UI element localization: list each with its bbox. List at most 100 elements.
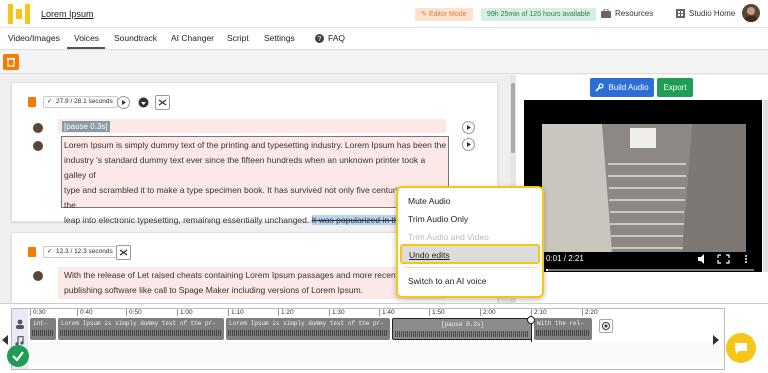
menu-item-trim-audio-only[interactable]: Trim Audio Only (408, 214, 468, 224)
menu-item-switch-ai-voice[interactable]: Switch to an AI voice (408, 276, 486, 286)
svg-text:?: ? (318, 36, 322, 43)
tab-faq[interactable]: ? FAQ (315, 33, 345, 43)
play-icon (467, 125, 471, 130)
pause-tag[interactable]: [pause 0.3s] (62, 121, 110, 132)
trash-icon[interactable] (28, 247, 36, 257)
chat-button[interactable] (726, 333, 756, 363)
build-audio-button[interactable]: Build Audio (590, 78, 654, 97)
shuffle-button[interactable] (155, 95, 170, 110)
video-progress-bar[interactable] (546, 269, 754, 271)
menu-item-undo-edits[interactable]: Undo edits (400, 244, 540, 264)
download-button[interactable] (137, 96, 150, 109)
tick-label: 1:50 (429, 309, 445, 316)
script-line-last: leap into electronic typesetting, remain… (64, 213, 454, 228)
timeline-clip[interactable]: With the rel- (534, 318, 592, 340)
active-tab-indicator (67, 47, 105, 49)
tab-soundtrack[interactable]: Soundtrack (114, 33, 157, 43)
speaker-avatar (33, 123, 43, 133)
video-time: 0:01 / 2:21 (546, 254, 584, 263)
tick-label: 1:00 (177, 309, 193, 316)
context-menu: Mute Audio Trim Audio Only Trim Audio an… (396, 186, 544, 298)
timeline-clip[interactable]: Lorem Ipsum is simply dummy text of the … (58, 318, 224, 340)
waveform (536, 330, 590, 336)
timeline: 0:30 0:40 0:50 1:00 1:10 1:20 1:30 1:40 … (0, 303, 768, 373)
tick-label: 0:50 (126, 309, 142, 316)
clip-label: With the rel- (537, 320, 584, 327)
timeline-clip[interactable]: Lorem Ipsum is simply dummy text of the … (226, 318, 390, 340)
tab-voices[interactable]: Voices (74, 33, 99, 43)
waveform (32, 330, 54, 336)
top-bar: Lorem Ipsum ✎ Editor Mode 99h 25min of 1… (0, 0, 768, 28)
tick-label: 2:20 (582, 309, 598, 316)
shuffle-button[interactable] (116, 245, 131, 260)
play-icon (122, 100, 126, 105)
timeline-clip-selected[interactable]: [pause 0.3s] (392, 318, 532, 340)
music-track (30, 342, 720, 364)
speaker-avatar (33, 141, 43, 151)
playhead-handle[interactable] (527, 316, 535, 324)
scroll-right-icon[interactable] (713, 335, 719, 345)
tab-script[interactable]: Script (227, 33, 249, 43)
video-progress-fill (546, 269, 548, 271)
menu-divider (404, 267, 538, 268)
right-scrollbar[interactable] (763, 100, 768, 272)
speaker-avatar (33, 271, 43, 281)
check-icon: ✓ (47, 248, 53, 255)
clip-label: Lorem Ipsum is simply dummy text of the … (229, 320, 384, 327)
divider (0, 73, 768, 74)
editor-mode-badge[interactable]: ✎ Editor Mode (415, 8, 473, 21)
script-text[interactable]: Lorem Ipsum is simply dummy text of the … (64, 138, 454, 228)
scroll-left-icon[interactable] (2, 335, 8, 345)
waveform (60, 330, 222, 336)
clip-label: Lorem Ipsum is simply dummy text of the … (61, 320, 216, 327)
target-icon (602, 322, 610, 330)
app-name-link[interactable]: Lorem Ipsum (41, 9, 94, 19)
tick-label: 1:40 (379, 309, 395, 316)
delete-all-button[interactable] (3, 54, 19, 70)
tick-label: 2:10 (531, 309, 547, 316)
play-button[interactable] (117, 96, 130, 109)
script-text[interactable]: With the release of Let raised cheats co… (64, 268, 448, 298)
add-clip-button[interactable] (599, 319, 613, 333)
resources-link[interactable]: Resources (601, 9, 653, 18)
script-line: leap into electronic typesetting, remain… (64, 215, 310, 225)
wrench-icon (595, 83, 605, 92)
tab-ai-changer[interactable]: AI Changer (171, 33, 214, 43)
export-button[interactable]: Export (657, 78, 693, 97)
timeline-clip[interactable]: int- (30, 318, 56, 340)
confirm-button[interactable] (7, 345, 29, 367)
clip-label: [pause 0.3s] (441, 321, 485, 328)
trash-icon (7, 57, 15, 67)
video-frame (542, 124, 746, 252)
chat-icon (735, 343, 747, 354)
play-icon (467, 142, 471, 147)
shuffle-icon (119, 249, 128, 256)
waveform (228, 330, 388, 336)
help-icon: ? (315, 33, 324, 43)
undo-edits-label: Undo edits (409, 250, 450, 260)
play-line-button[interactable] (462, 138, 475, 151)
user-avatar[interactable] (742, 4, 760, 22)
logo-icon (8, 4, 30, 24)
tick-label: 2:00 (480, 309, 496, 316)
fullscreen-icon (717, 254, 730, 264)
tab-video-images[interactable]: Video/Images (8, 33, 60, 43)
scrollbar-thumb[interactable] (511, 83, 515, 153)
stairs-image (542, 124, 746, 252)
build-audio-label: Build Audio (608, 83, 649, 92)
play-line-button[interactable] (462, 121, 475, 134)
tick-label: 0:40 (77, 309, 93, 316)
trash-icon[interactable] (28, 97, 36, 107)
tick-label: 0:30 (30, 309, 46, 316)
pause-row (58, 119, 446, 133)
script-line: Lorem Ipsum is simply dummy text of the … (64, 140, 447, 150)
duration-text: 12.3 / 12.3 seconds (56, 248, 113, 255)
tab-settings[interactable]: Settings (264, 33, 295, 43)
video-player[interactable]: 0:01 / 2:21 (524, 100, 762, 272)
studio-home-link[interactable]: Studio Home (676, 9, 735, 18)
shuffle-icon (158, 99, 167, 106)
menu-item-mute-audio[interactable]: Mute Audio (408, 196, 451, 206)
tick-label: 1:20 (278, 309, 294, 316)
tick-label: 1:30 (329, 309, 345, 316)
studio-home-label: Studio Home (689, 9, 736, 18)
